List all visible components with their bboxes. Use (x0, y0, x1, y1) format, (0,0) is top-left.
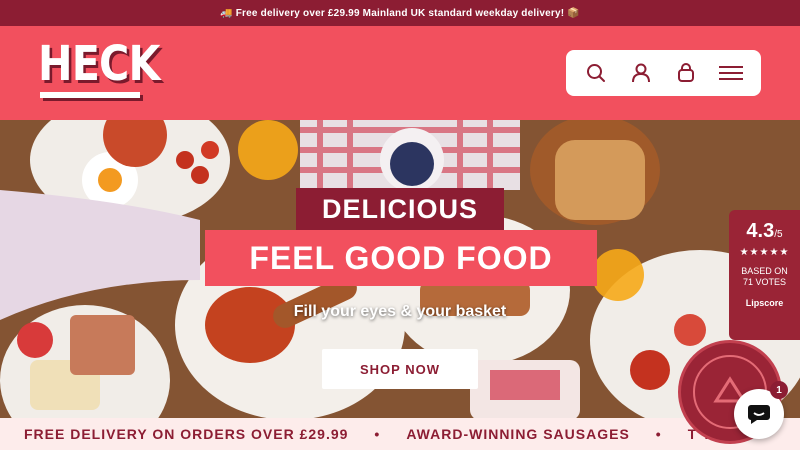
account-icon[interactable] (626, 58, 656, 88)
rating-score: 4.3/5 (746, 220, 783, 242)
marquee-strip: FREE DELIVERY ON ORDERS OVER £29.99 • AW… (0, 418, 800, 450)
rating-based-on: BASED ON 71 VOTES (741, 266, 788, 287)
basket-icon[interactable] (671, 58, 701, 88)
logo-underline (40, 92, 140, 98)
marquee-separator: • (655, 426, 662, 442)
search-icon[interactable] (581, 58, 611, 88)
rating-stars: ★★★★★ (739, 247, 790, 258)
logo-text: HECK (38, 36, 160, 92)
chat-icon (748, 405, 770, 424)
marquee-item: FREE DELIVERY ON ORDERS OVER £29.99 (24, 426, 349, 442)
shop-now-button[interactable]: SHOP NOW (322, 349, 478, 389)
lipscore-rating-widget[interactable]: 4.3/5 ★★★★★ BASED ON 71 VOTES Lipscore (729, 210, 800, 340)
site-header: HECK (0, 26, 800, 120)
hero-subtitle: Fill your eyes & your basket (293, 303, 507, 320)
menu-icon[interactable] (716, 58, 746, 88)
hero-headline-feel-good: FEEL GOOD FOOD (205, 230, 597, 286)
chat-unread-badge: 1 (770, 381, 788, 399)
lipscore-logo: Lipscore (745, 298, 784, 308)
header-icon-group (566, 50, 761, 96)
heck-logo[interactable]: HECK (38, 36, 160, 100)
marquee-separator: • (374, 426, 381, 442)
marquee-item: AWARD-WINNING SAUSAGES (406, 426, 630, 442)
announcement-bar: 🚚 Free delivery over £29.99 Mainland UK … (0, 0, 800, 26)
hero-headline-delicious: DELICIOUS (296, 188, 504, 230)
announcement-text: 🚚 Free delivery over £29.99 Mainland UK … (220, 7, 580, 19)
